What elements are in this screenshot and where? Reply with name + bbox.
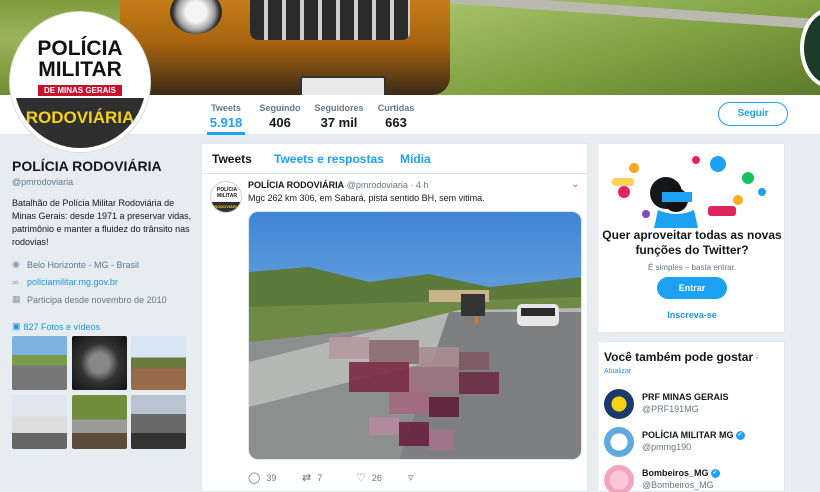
tweet-author-handle[interactable]: @pmrodoviaria	[347, 180, 408, 190]
tweet-timestamp[interactable]: · 4 h	[410, 180, 428, 190]
logo-line-3: DE MINAS GERAIS	[37, 85, 122, 96]
tweet-avatar-line-2: MILITAR	[217, 193, 237, 199]
media-thumbnail[interactable]	[12, 395, 67, 449]
like-count: 26	[371, 472, 382, 483]
logo-badge: RODOVIÁRIA	[25, 108, 135, 127]
promo-subtitle: É simples – basta entrar.	[647, 263, 737, 272]
suggestions-title-text: Você também pode gostar	[604, 350, 754, 364]
stat-tweets[interactable]: Tweets 5.918	[207, 103, 245, 135]
media-thumbnail[interactable]	[131, 395, 186, 449]
timeline: Tweets Tweets e respostas Mídia POLÍCIA …	[201, 143, 588, 492]
tweet-author-name[interactable]: POLÍCIA RODOVIÁRIA	[248, 180, 344, 190]
share-action[interactable]: ▿	[408, 471, 420, 484]
avatar-logo-bottom: RODOVIÁRIA	[14, 98, 146, 148]
reply-icon: ◯	[248, 472, 261, 484]
account-handle: @pmmg190	[642, 442, 692, 452]
link-icon: ∞	[12, 277, 19, 287]
banner-plate	[300, 76, 386, 95]
suggestions-card: Você também pode gostar · Atualizar PRF …	[597, 341, 785, 492]
tweet-header: POLÍCIA RODOVIÁRIA @pmrodoviaria · 4 h	[248, 180, 428, 190]
stat-value: 37 mil	[320, 115, 358, 130]
account-handle: @PRF191MG	[642, 404, 699, 414]
logo-line-1: POLÍCIA	[37, 37, 123, 60]
tweet-text: Mgc 262 km 306, em Sabará, pista sentido…	[248, 193, 485, 203]
stat-followers[interactable]: Seguidores 37 mil	[314, 103, 364, 130]
share-icon: ▿	[408, 472, 414, 484]
stat-label: Curtidas	[377, 103, 415, 113]
joined-text: Participa desde novembro de 2010	[27, 294, 167, 305]
profile-website: ∞ policiamilitar.mg.gov.br	[12, 277, 192, 287]
profile-location: ◉ Belo Horizonte - MG - Brasil	[12, 259, 192, 270]
tab-tweets-replies[interactable]: Tweets e respostas	[274, 152, 384, 166]
calendar-icon: ▦	[12, 294, 21, 304]
tweet-avatar[interactable]: POLÍCIA MILITAR RODOVIÁRIA	[210, 181, 242, 213]
tab-tweets[interactable]: Tweets	[212, 152, 252, 166]
website-link[interactable]: policiamilitar.mg.gov.br	[27, 277, 118, 287]
stat-likes[interactable]: Curtidas 663	[376, 103, 416, 130]
avatar-logo-top: POLÍCIA MILITAR DE MINAS GERAIS	[14, 16, 146, 98]
media-thumbnail[interactable]	[131, 336, 186, 390]
reply-action[interactable]: ◯ 39	[248, 471, 276, 484]
verified-icon: ✓	[710, 469, 720, 479]
location-pin-icon: ◉	[12, 259, 20, 269]
signup-link[interactable]: Inscreva-se	[598, 310, 786, 320]
suggested-account[interactable]: PRF MINAS GERAIS @PRF191MG	[604, 389, 784, 423]
profile-joined: ▦ Participa desde novembro de 2010	[12, 294, 192, 305]
account-name[interactable]: PRF MINAS GERAIS	[642, 392, 729, 402]
account-avatar[interactable]	[604, 465, 634, 492]
profile-name[interactable]: POLÍCIA RODOVIÁRIA	[12, 158, 192, 174]
logo-line-2: MILITAR	[38, 58, 122, 81]
account-handle: @Bombeiros_MG	[642, 480, 714, 490]
media-thumbnail[interactable]	[72, 336, 127, 390]
login-promo-card: Quer aproveitar todas as novas funções d…	[597, 143, 785, 333]
photos-link-text: 827 Fotos e vídeos	[23, 321, 101, 332]
tweet-media-image[interactable]	[248, 211, 582, 460]
profile-bio: Batalhão de Polícia Militar Rodoviária d…	[12, 198, 192, 247]
heart-icon: ♡	[356, 472, 366, 484]
promo-illustration	[612, 156, 766, 228]
reply-count: 39	[266, 472, 277, 483]
media-thumbnail[interactable]	[12, 336, 67, 390]
verified-icon: ✓	[735, 431, 745, 441]
photos-videos-link[interactable]: ▣ 827 Fotos e vídeos	[12, 321, 100, 332]
account-avatar[interactable]	[604, 389, 634, 419]
media-thumbnail[interactable]	[72, 395, 127, 449]
tweet-actions: ◯ 39 ⇄ 7 ♡ 26 ▿	[248, 471, 448, 485]
account-avatar[interactable]	[604, 427, 634, 457]
follow-button[interactable]: Seguir	[718, 102, 788, 126]
stat-value: 5.918	[209, 115, 243, 130]
stat-label: Seguidores	[314, 103, 364, 113]
tweet-avatar-badge: RODOVIÁRIA	[211, 202, 241, 212]
refresh-link[interactable]: Atualizar	[604, 368, 631, 375]
promo-title: Quer aproveitar todas as novas funções d…	[602, 228, 782, 257]
like-action[interactable]: ♡ 26	[356, 471, 382, 484]
stat-label: Tweets	[211, 103, 241, 113]
retweet-count: 7	[317, 472, 323, 483]
stat-following[interactable]: Seguindo 406	[258, 103, 302, 130]
suggested-account[interactable]: POLÍCIA MILITAR MG ✓ @pmmg190	[604, 427, 784, 461]
stat-value: 406	[269, 115, 291, 130]
account-name[interactable]: Bombeiros_MG ✓	[642, 468, 720, 479]
stat-label: Seguindo	[259, 103, 301, 113]
timeline-tabs: Tweets Tweets e respostas Mídia	[202, 144, 587, 174]
profile-avatar[interactable]: POLÍCIA MILITAR DE MINAS GERAIS RODOVIÁR…	[10, 12, 150, 152]
tab-media[interactable]: Mídia	[400, 152, 431, 166]
retweet-action[interactable]: ⇄ 7	[302, 471, 322, 484]
profile-sidebar: POLÍCIA RODOVIÁRIA @pmrodoviaria Batalhã…	[12, 158, 192, 305]
profile-handle[interactable]: @pmrodoviaria	[12, 177, 192, 187]
chevron-down-icon[interactable]: ⌄	[571, 179, 579, 190]
login-button[interactable]: Entrar	[657, 277, 727, 299]
tweet-avatar-logo: POLÍCIA MILITAR	[211, 182, 241, 202]
banner-grille	[250, 0, 410, 40]
suggestions-title: Você também pode gostar ·	[604, 350, 759, 364]
location-text: Belo Horizonte - MG - Brasil	[27, 259, 140, 270]
account-name[interactable]: POLÍCIA MILITAR MG ✓	[642, 430, 745, 441]
account-name-text: POLÍCIA MILITAR MG	[642, 430, 734, 440]
image-icon: ▣	[12, 321, 21, 331]
account-name-text: Bombeiros_MG	[642, 468, 709, 478]
suggested-account[interactable]: Bombeiros_MG ✓ @Bombeiros_MG	[604, 465, 784, 492]
tweet-photo	[249, 212, 581, 459]
stat-value: 663	[385, 115, 407, 130]
retweet-icon: ⇄	[302, 472, 312, 484]
